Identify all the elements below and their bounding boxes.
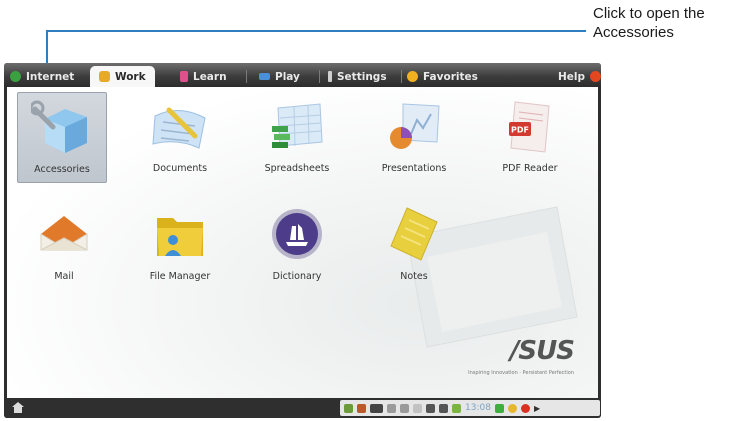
wrench-icon xyxy=(328,71,332,82)
app-label: Notes xyxy=(400,271,428,282)
battery-icon[interactable] xyxy=(370,403,383,413)
tab-label: Settings xyxy=(337,70,387,83)
app-label: Mail xyxy=(54,271,74,282)
presentations-icon xyxy=(390,103,440,149)
user-icon[interactable] xyxy=(507,403,517,413)
app-label: File Manager xyxy=(149,271,211,282)
tab-play[interactable]: Play xyxy=(259,66,300,87)
notes-icon xyxy=(390,207,438,261)
app-label: Dictionary xyxy=(272,271,322,282)
gamepad-icon xyxy=(259,73,270,80)
help-icon xyxy=(590,71,601,82)
globe-icon xyxy=(10,71,21,82)
tab-help[interactable]: Help xyxy=(558,66,601,87)
svg-text:PDF: PDF xyxy=(511,126,529,135)
book-icon xyxy=(180,71,188,82)
app-file-manager[interactable]: File Manager xyxy=(135,204,225,282)
mail-icon xyxy=(40,216,88,251)
accessories-icon xyxy=(29,100,87,153)
tab-label: Learn xyxy=(193,70,227,83)
system-tray: 13:08 ▶ xyxy=(340,400,600,416)
documents-icon xyxy=(152,107,206,149)
tab-label: Play xyxy=(275,70,300,83)
callout-line-2: Accessories xyxy=(593,24,674,41)
app-dictionary[interactable]: Dictionary xyxy=(252,204,342,282)
tab-label: Work xyxy=(115,70,146,83)
tab-work[interactable]: Work xyxy=(90,66,155,87)
window-icon[interactable] xyxy=(494,403,504,413)
tab-label: Internet xyxy=(26,70,75,83)
asus-tagline: Inspiring Innovation · Persistent Perfec… xyxy=(468,370,574,376)
tab-label: Favorites xyxy=(423,70,478,83)
star-icon xyxy=(407,71,418,82)
app-label: Spreadsheets xyxy=(264,163,330,174)
callout-text: Click to open the Accessories xyxy=(593,4,705,42)
display-icon[interactable] xyxy=(387,403,396,413)
tab-separator xyxy=(401,70,402,83)
app-mail[interactable]: Mail xyxy=(19,204,109,282)
callout-leader-horizontal xyxy=(46,30,586,32)
power-icon[interactable] xyxy=(452,403,461,413)
disk-icon[interactable] xyxy=(357,403,366,413)
tab-favorites[interactable]: Favorites xyxy=(407,66,478,87)
clock[interactable]: 13:08 xyxy=(465,403,491,413)
tab-internet[interactable]: Internet xyxy=(10,66,74,87)
dictionary-icon xyxy=(272,209,322,259)
tab-separator xyxy=(319,70,320,83)
app-pdf-reader[interactable]: PDF PDF Reader xyxy=(485,96,575,174)
app-documents[interactable]: Documents xyxy=(135,96,225,174)
app-presentations[interactable]: Presentations xyxy=(369,96,459,174)
volume-icon[interactable] xyxy=(426,403,435,413)
more-arrow-icon[interactable]: ▶ xyxy=(534,404,540,413)
app-label: Presentations xyxy=(381,163,447,174)
taskbar: 13:08 ▶ xyxy=(4,398,601,418)
home-icon[interactable] xyxy=(12,402,24,413)
app-label: PDF Reader xyxy=(502,163,558,174)
wifi-icon[interactable] xyxy=(439,403,448,413)
keyboard-icon[interactable] xyxy=(400,403,409,413)
tab-learn[interactable]: Learn xyxy=(180,66,227,87)
shutdown-icon[interactable] xyxy=(520,403,530,413)
app-notes[interactable]: Notes xyxy=(369,204,459,282)
network-icon[interactable] xyxy=(344,403,353,413)
callout-line-1: Click to open the xyxy=(593,5,705,22)
asus-logo: /SUS xyxy=(509,336,575,366)
pdf-reader-icon: PDF xyxy=(509,101,550,153)
tab-separator xyxy=(246,70,247,83)
briefcase-icon xyxy=(99,71,110,82)
app-label: Accessories xyxy=(34,164,90,175)
eee-pc-screen: Internet Work Learn Play Settings Favori… xyxy=(4,63,601,418)
app-label: Documents xyxy=(152,163,208,174)
tab-settings[interactable]: Settings xyxy=(328,66,387,87)
tab-label: Help xyxy=(558,70,586,83)
app-spreadsheets[interactable]: Spreadsheets xyxy=(252,96,342,174)
spreadsheets-icon xyxy=(272,103,323,148)
tab-bar: Internet Work Learn Play Settings Favori… xyxy=(4,63,601,87)
file-manager-icon xyxy=(157,218,203,256)
desktop-area: Accessories Documents Spreadsheets Prese… xyxy=(7,87,598,398)
language-icon[interactable] xyxy=(413,403,422,413)
app-accessories[interactable]: Accessories xyxy=(17,92,107,183)
